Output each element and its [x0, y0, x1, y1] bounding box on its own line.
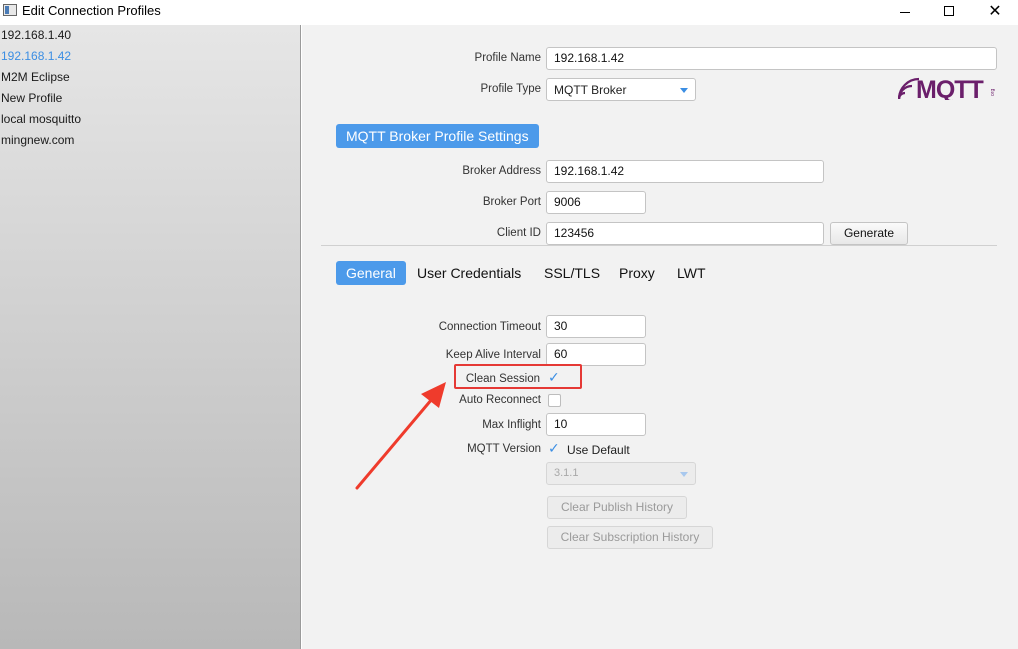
broker-settings-header: MQTT Broker Profile Settings: [336, 124, 539, 148]
max-inflight-input[interactable]: 10: [546, 413, 646, 436]
profile-type-label: Profile Type: [480, 83, 541, 95]
checkmark-icon: ✓: [548, 440, 560, 456]
mqtt-logo-text: MQTT: [916, 76, 984, 100]
broker-port-input[interactable]: 9006: [546, 191, 646, 214]
keep-alive-label: Keep Alive Interval: [445, 349, 541, 361]
maximize-button[interactable]: [926, 0, 972, 22]
annotation-highlight-box: [454, 364, 582, 389]
tab-user-credentials[interactable]: User Credentials: [407, 261, 531, 285]
mqtt-logo-suffix: org: [990, 89, 996, 96]
profile-item-new-profile[interactable]: New Profile: [1, 88, 62, 108]
app-icon: [3, 4, 17, 16]
profile-name-input[interactable]: 192.168.1.42: [546, 47, 997, 70]
client-id-input[interactable]: 123456: [546, 222, 824, 245]
profile-item-192-168-1-40[interactable]: 192.168.1.40: [1, 25, 71, 45]
keep-alive-input[interactable]: 60: [546, 343, 646, 366]
chevron-down-icon: [680, 88, 688, 93]
mqtt-logo: MQTT org: [898, 76, 996, 100]
tab-general[interactable]: General: [336, 261, 406, 285]
profile-type-value: MQTT Broker: [554, 83, 627, 97]
use-default-checkbox[interactable]: ✓: [548, 440, 561, 456]
auto-reconnect-label: Auto Reconnect: [459, 394, 541, 406]
profile-item-local-mosquitto[interactable]: local mosquitto: [1, 109, 81, 129]
close-button[interactable]: ✕: [972, 0, 1018, 22]
auto-reconnect-checkbox[interactable]: [548, 394, 561, 407]
connection-timeout-input[interactable]: 30: [546, 315, 646, 338]
broker-address-input[interactable]: 192.168.1.42: [546, 160, 824, 183]
profile-item-mingnew[interactable]: mingnew.com: [1, 130, 74, 150]
connection-timeout-label: Connection Timeout: [438, 321, 541, 333]
clear-subscription-history-button[interactable]: Clear Subscription History: [547, 526, 713, 549]
broker-address-label: Broker Address: [462, 165, 541, 177]
profile-settings-panel: Profile Name 192.168.1.42 Profile Type M…: [302, 25, 1018, 649]
clear-publish-history-button[interactable]: Clear Publish History: [547, 496, 687, 519]
generate-button[interactable]: Generate: [830, 222, 908, 245]
use-default-label: Use Default: [567, 443, 630, 457]
chevron-down-icon: [680, 472, 688, 477]
profile-type-select[interactable]: MQTT Broker: [546, 78, 696, 101]
profile-item-m2m-eclipse[interactable]: M2M Eclipse: [1, 67, 70, 87]
max-inflight-label: Max Inflight: [482, 419, 541, 431]
tab-ssl-tls[interactable]: SSL/TLS: [534, 261, 610, 285]
minimize-button[interactable]: [882, 0, 928, 22]
tab-proxy[interactable]: Proxy: [609, 261, 665, 285]
window-title: Edit Connection Profiles: [22, 3, 161, 18]
title-bar: Edit Connection Profiles ✕: [0, 0, 1018, 22]
profile-list: 192.168.1.40 192.168.1.42 M2M Eclipse Ne…: [0, 25, 301, 649]
mqtt-version-select[interactable]: 3.1.1: [546, 462, 696, 485]
profile-name-label: Profile Name: [474, 52, 541, 64]
client-id-label: Client ID: [496, 227, 541, 239]
profile-item-192-168-1-42[interactable]: 192.168.1.42: [1, 46, 71, 66]
mqtt-version-value: 3.1.1: [554, 467, 579, 479]
close-icon: ✕: [988, 3, 1002, 20]
section-divider: [321, 245, 997, 246]
mqtt-version-label: MQTT Version: [467, 443, 541, 455]
tab-lwt[interactable]: LWT: [667, 261, 716, 285]
maximize-icon: [944, 6, 954, 16]
broker-port-label: Broker Port: [482, 196, 541, 208]
minimize-icon: [900, 11, 910, 13]
